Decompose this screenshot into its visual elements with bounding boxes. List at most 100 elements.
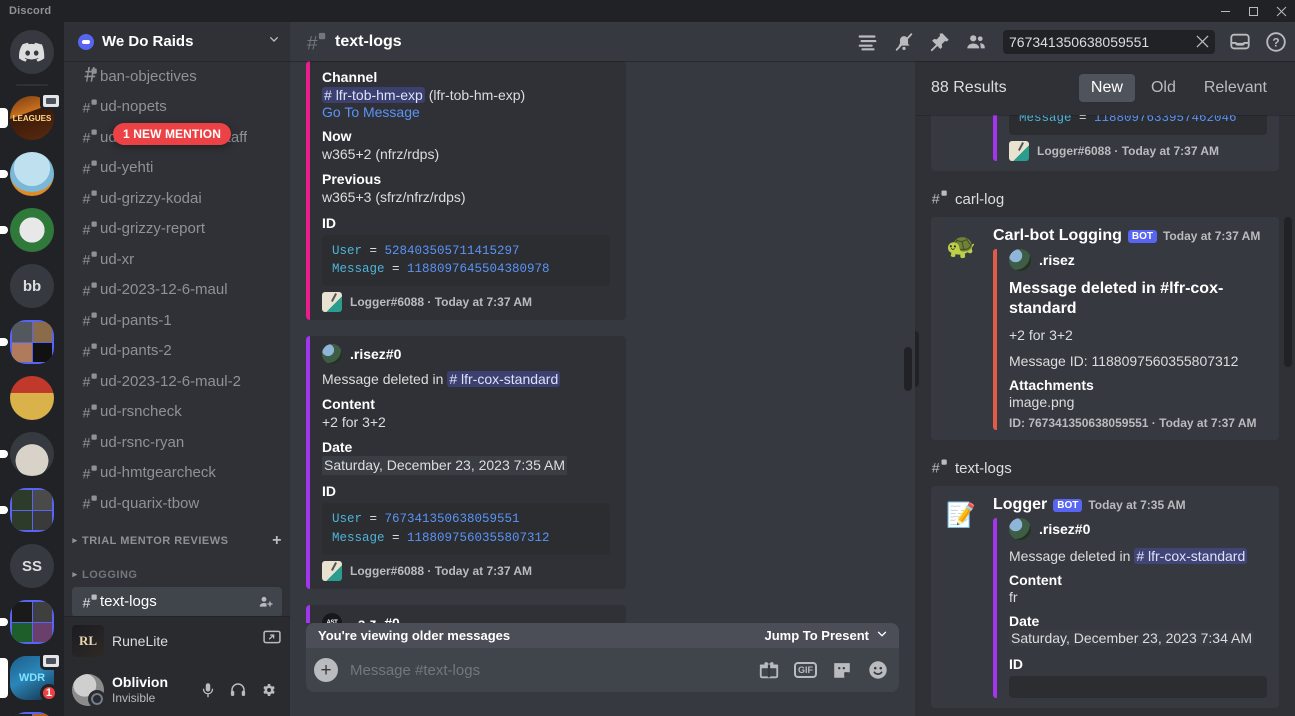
composer-actions: GIF: [758, 659, 889, 681]
search-group-channel-text-logs[interactable]: # text-logs: [931, 458, 1279, 480]
sidebar-channel-ud-yehti[interactable]: # ud-yehti: [72, 153, 282, 184]
search-input[interactable]: [1009, 33, 1193, 50]
server-we-do-raids[interactable]: WDR 1: [0, 650, 64, 706]
sidebar-channel-ud-pants-2[interactable]: # ud-pants-2: [72, 336, 282, 367]
tab-old[interactable]: Old: [1139, 74, 1188, 102]
search-results-list[interactable]: Message = 1188097633957462046 Logger#608…: [915, 115, 1295, 716]
microphone-icon[interactable]: [194, 676, 222, 704]
message-list[interactable]: Channel # lfr-tob-hm-exp (lfr-tob-hm-exp…: [290, 61, 915, 623]
close-button[interactable]: [1267, 0, 1295, 22]
search-group-channel-carl-log[interactable]: # carl-log: [931, 189, 1279, 211]
sidebar-channel-ud-2023-12-6-maul[interactable]: # ud-2023-12-6-maul: [72, 275, 282, 306]
create-channel-icon[interactable]: +: [272, 532, 282, 549]
sidebar-channel-ud-rsnc-ryan[interactable]: # ud-rsnc-ryan: [72, 427, 282, 458]
message-item[interactable]: AST _a.z_#0 Message deleted in # lfr-tob…: [306, 603, 899, 623]
gif-button[interactable]: GIF: [794, 662, 817, 678]
attach-file-button[interactable]: +: [314, 658, 338, 682]
search-results-scrollbar-thumb[interactable]: [1284, 217, 1292, 367]
new-mention-pill[interactable]: 1 NEW MENTION: [113, 123, 231, 145]
screen-share-button[interactable]: [262, 628, 282, 653]
server-quad-c[interactable]: [0, 594, 64, 650]
message-composer[interactable]: + Message #text-logs GIF: [306, 648, 899, 692]
sidebar-channel-ud-grizzy-report[interactable]: # ud-grizzy-report: [72, 214, 282, 245]
minimize-button[interactable]: [1211, 0, 1239, 22]
server-quad-a[interactable]: [0, 314, 64, 370]
unread-pill: [0, 170, 8, 178]
channel-mention[interactable]: # lfr-cox-standard: [447, 371, 561, 388]
sidebar-channel-ud-rsncheck[interactable]: # ud-rsncheck: [72, 397, 282, 428]
server-ss[interactable]: SS: [0, 538, 64, 594]
message-item[interactable]: Channel # lfr-tob-hm-exp (lfr-tob-hm-exp…: [306, 61, 899, 326]
server-rail[interactable]: LEAGUES bb SS WDR 1: [0, 22, 64, 716]
sidebar-channel-ud-quarix-tbow[interactable]: # ud-quarix-tbow: [72, 488, 282, 519]
channel-mention[interactable]: # lfr-tob-hm-exp: [322, 87, 425, 103]
sidebar-category-logging[interactable]: ▸ LOGGING: [64, 563, 290, 587]
search-result-card[interactable]: 📝 Logger BOT Today at 7:35 AM .risez#0 M…: [931, 485, 1279, 708]
inbox-icon[interactable]: [1229, 31, 1251, 53]
sidebar-channel-ban-objectives[interactable]: ban-objectives: [72, 61, 282, 92]
search-result-card[interactable]: Message = 1188097633957462046 Logger#608…: [931, 115, 1279, 171]
tab-relevant[interactable]: Relevant: [1192, 74, 1279, 102]
embed-body: Channel # lfr-tob-hm-exp (lfr-tob-hm-exp…: [322, 69, 610, 313]
threads-icon[interactable]: [857, 31, 879, 53]
sidebar-channel-text-logs[interactable]: # text-logs: [72, 586, 282, 616]
sidebar-channel-label: ud-quarix-tbow: [100, 494, 200, 512]
now-playing-bar[interactable]: RL RuneLite: [64, 616, 290, 664]
pin-icon[interactable]: [929, 31, 951, 53]
guild-header[interactable]: We Do Raids: [64, 22, 290, 61]
embed-field-value: w365+2 (nfrz/rdps): [322, 146, 440, 163]
sidebar-channel-ud-2023-12-6-maul-2[interactable]: # ud-2023-12-6-maul-2: [72, 366, 282, 397]
sidebar-channel-ud-pants-1[interactable]: # ud-pants-1: [72, 305, 282, 336]
channel-list[interactable]: 1 NEW MENTION ban-objectives # ud-nopets…: [64, 61, 290, 616]
server-santa-helm[interactable]: [0, 370, 64, 426]
sidebar-channel-ud-grizzy-kodai[interactable]: # ud-grizzy-kodai: [72, 183, 282, 214]
server-bb[interactable]: bb: [0, 258, 64, 314]
avatar[interactable]: [72, 674, 106, 708]
sidebar-channel-label: ud-yehti: [100, 159, 154, 177]
maximize-button[interactable]: [1239, 0, 1267, 22]
message-input[interactable]: Message #text-logs: [350, 662, 758, 679]
server-bunny[interactable]: [0, 426, 64, 482]
server-icon: [10, 432, 54, 476]
emoji-icon[interactable]: [867, 659, 889, 681]
svg-text:#: #: [83, 131, 91, 147]
message-scrollbar-thumb[interactable]: [904, 347, 912, 391]
avatar: [1009, 517, 1031, 540]
server-leagues[interactable]: LEAGUES: [0, 90, 64, 146]
server-wreath[interactable]: [0, 202, 64, 258]
embed-field-name: ID: [1009, 655, 1023, 672]
sidebar-channel-ud-hmtgearcheck[interactable]: # ud-hmtgearcheck: [72, 458, 282, 489]
headphones-icon[interactable]: [224, 676, 252, 704]
clear-search-icon[interactable]: [1193, 35, 1211, 48]
server-quad-b[interactable]: [0, 482, 64, 538]
svg-text:#: #: [83, 436, 91, 452]
sidebar-channel-ud-xr[interactable]: # ud-xr: [72, 244, 282, 275]
hash-lock-icon: #: [306, 31, 328, 53]
bell-off-icon[interactable]: [893, 31, 915, 53]
gift-icon[interactable]: [758, 659, 780, 681]
server-quad-d[interactable]: [0, 706, 64, 716]
members-icon[interactable]: [965, 31, 987, 53]
sidebar-category-trial-mentor-reviews[interactable]: ▸ TRIAL MENTOR REVIEWS +: [64, 529, 290, 553]
tab-new[interactable]: New: [1078, 74, 1135, 102]
hash-lock-icon: #: [80, 403, 100, 421]
jump-to-present-button[interactable]: Jump To Present: [764, 627, 889, 644]
sidebar-channel-ud-nopets[interactable]: # ud-nopets: [72, 92, 282, 123]
go-to-message-link[interactable]: Go To Message: [322, 104, 610, 120]
home-button[interactable]: [0, 24, 64, 80]
user-info[interactable]: Oblivion Invisible: [112, 674, 168, 705]
gear-icon[interactable]: [254, 676, 282, 704]
add-members-icon[interactable]: [258, 594, 274, 610]
search-result-card[interactable]: 🐢 Carl-bot Logging BOT Today at 7:37 AM: [931, 216, 1279, 440]
channel-mention[interactable]: # lfr-cox-standard: [1134, 547, 1248, 564]
older-messages-banner: You're viewing older messages Jump To Pr…: [306, 623, 899, 648]
embed-card: .risez Message deleted in #lfr-cox-stand…: [993, 248, 1267, 430]
help-icon[interactable]: ?: [1265, 31, 1287, 53]
search-box[interactable]: [1003, 29, 1215, 54]
sticker-icon[interactable]: [831, 659, 853, 681]
code-key: Message: [1019, 115, 1072, 125]
message-item[interactable]: .risez#0 Message deleted in # lfr-cox-st…: [306, 334, 899, 595]
server-winter-globe[interactable]: [0, 146, 64, 202]
embed-field-name: ID: [322, 483, 336, 500]
message-scrollbar[interactable]: [904, 61, 912, 716]
